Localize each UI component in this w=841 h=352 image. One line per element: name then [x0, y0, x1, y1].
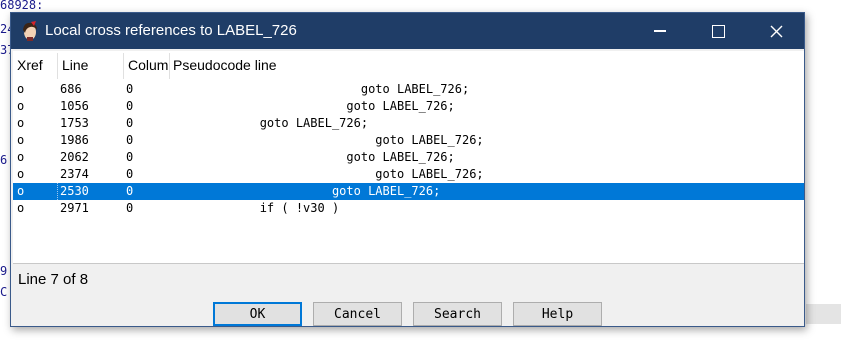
table-row-selected[interactable]: o 2530 0 goto LABEL_726; — [13, 183, 804, 200]
table-row[interactable]: o 2971 0 if ( !v30 ) — [13, 200, 804, 217]
line-cell: 686 — [60, 82, 82, 96]
table-body: o 686 0 goto LABEL_726; o 1056 0 goto LA… — [13, 81, 804, 217]
ida-app-icon — [21, 21, 39, 41]
column-cell: 0 — [126, 99, 134, 113]
maximize-icon — [711, 24, 725, 38]
table-row[interactable]: o 2374 0 goto LABEL_726; — [13, 166, 804, 183]
column-header-xref[interactable]: Xref — [17, 57, 55, 73]
column-header-line[interactable]: Line — [62, 57, 122, 73]
pseudocode-cell: goto LABEL_726; — [173, 133, 484, 147]
pseudocode-cell: if ( !v30 ) — [173, 201, 340, 215]
line-cell: 2971 — [60, 201, 89, 215]
line-cell: 1986 — [60, 133, 89, 147]
table-row[interactable]: o 1753 0 goto LABEL_726; — [13, 115, 804, 132]
line-cell: 1056 — [60, 99, 89, 113]
search-button[interactable]: Search — [413, 302, 502, 326]
pseudocode-cell: goto LABEL_726; — [173, 167, 484, 181]
pseudocode-cell: goto LABEL_726; — [173, 82, 470, 96]
column-cell: 0 — [126, 133, 134, 147]
xref-cell: o — [17, 116, 25, 130]
column-separator[interactable] — [169, 53, 170, 79]
help-button[interactable]: Help — [513, 302, 602, 326]
selection-separator — [57, 183, 58, 200]
xref-table[interactable]: Xref Line Column Pseudocode line o 686 0… — [13, 51, 804, 264]
column-cell: 0 — [126, 82, 134, 96]
dialog-title: Local cross references to LABEL_726 — [45, 22, 297, 39]
status-text: Line 7 of 8 — [18, 271, 89, 288]
xref-cell: o — [17, 150, 25, 164]
column-cell: 0 — [126, 184, 134, 198]
maximize-button[interactable] — [689, 13, 747, 49]
bg-fragment: C — [0, 285, 8, 299]
xref-dialog: Local cross references to LABEL_726 Xref… — [10, 12, 805, 327]
xref-cell: o — [17, 167, 25, 181]
pseudocode-cell: goto LABEL_726; — [173, 184, 441, 198]
title-bar[interactable]: Local cross references to LABEL_726 — [11, 13, 804, 49]
minimize-button[interactable] — [631, 13, 689, 49]
table-row[interactable]: o 686 0 goto LABEL_726; — [13, 81, 804, 98]
pseudocode-cell: goto LABEL_726; — [173, 116, 369, 130]
table-row[interactable]: o 1056 0 goto LABEL_726; — [13, 98, 804, 115]
bg-fragment: 9 — [0, 264, 8, 278]
xref-cell: o — [17, 82, 25, 96]
column-cell: 0 — [126, 150, 134, 164]
xref-cell: o — [17, 201, 25, 215]
bg-fragment-address: 68928: — [0, 0, 44, 12]
line-cell: 2374 — [60, 167, 89, 181]
table-header: Xref Line Column Pseudocode line — [13, 51, 804, 81]
column-cell: 0 — [126, 167, 134, 181]
table-row[interactable]: o 2062 0 goto LABEL_726; — [13, 149, 804, 166]
column-cell: 0 — [126, 116, 134, 130]
table-row[interactable]: o 1986 0 goto LABEL_726; — [13, 132, 804, 149]
pseudocode-cell: goto LABEL_726; — [173, 99, 455, 113]
cancel-button[interactable]: Cancel — [313, 302, 402, 326]
column-header-column[interactable]: Column — [128, 57, 169, 73]
column-separator[interactable] — [57, 53, 58, 79]
minimize-icon — [654, 30, 666, 32]
column-separator[interactable] — [123, 53, 124, 79]
pseudocode-cell: goto LABEL_726; — [173, 150, 455, 164]
xref-cell: o — [17, 99, 25, 113]
line-cell: 2062 — [60, 150, 89, 164]
close-button[interactable] — [747, 13, 805, 49]
background-scrollbar-strip — [806, 304, 841, 324]
xref-cell: o — [17, 184, 25, 198]
line-cell: 1753 — [60, 116, 89, 130]
column-header-pseudocode[interactable]: Pseudocode line — [173, 57, 773, 73]
ok-button[interactable]: OK — [213, 302, 302, 326]
close-icon — [770, 25, 782, 37]
bg-fragment: 6 — [0, 153, 8, 167]
column-cell: 0 — [126, 201, 134, 215]
xref-cell: o — [17, 133, 25, 147]
line-cell: 2530 — [60, 184, 89, 198]
